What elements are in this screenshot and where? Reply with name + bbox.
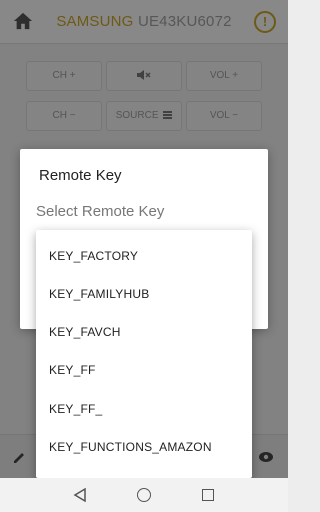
dropdown-option[interactable]: KEY_FACTORY <box>49 249 138 263</box>
dropdown-option[interactable]: KEY_FUNCTIONS_AMAZON <box>49 440 212 454</box>
dropdown-option[interactable]: KEY_FF <box>49 363 96 377</box>
nav-recents-icon[interactable] <box>202 489 214 501</box>
remote-key-dropdown: KEY_FACTORY KEY_FAMILYHUB KEY_FAVCH KEY_… <box>36 230 252 478</box>
dropdown-option[interactable]: KEY_FF_ <box>49 402 102 416</box>
nav-back-icon[interactable] <box>73 488 87 502</box>
dialog-title: Remote Key <box>39 167 122 184</box>
dropdown-option[interactable]: KEY_FAVCH <box>49 325 121 339</box>
dropdown-option[interactable]: KEY_FAMILYHUB <box>49 287 149 301</box>
remote-key-select[interactable]: Select Remote Key <box>36 203 164 220</box>
system-nav-bar <box>0 478 288 512</box>
nav-home-icon[interactable] <box>137 488 151 502</box>
